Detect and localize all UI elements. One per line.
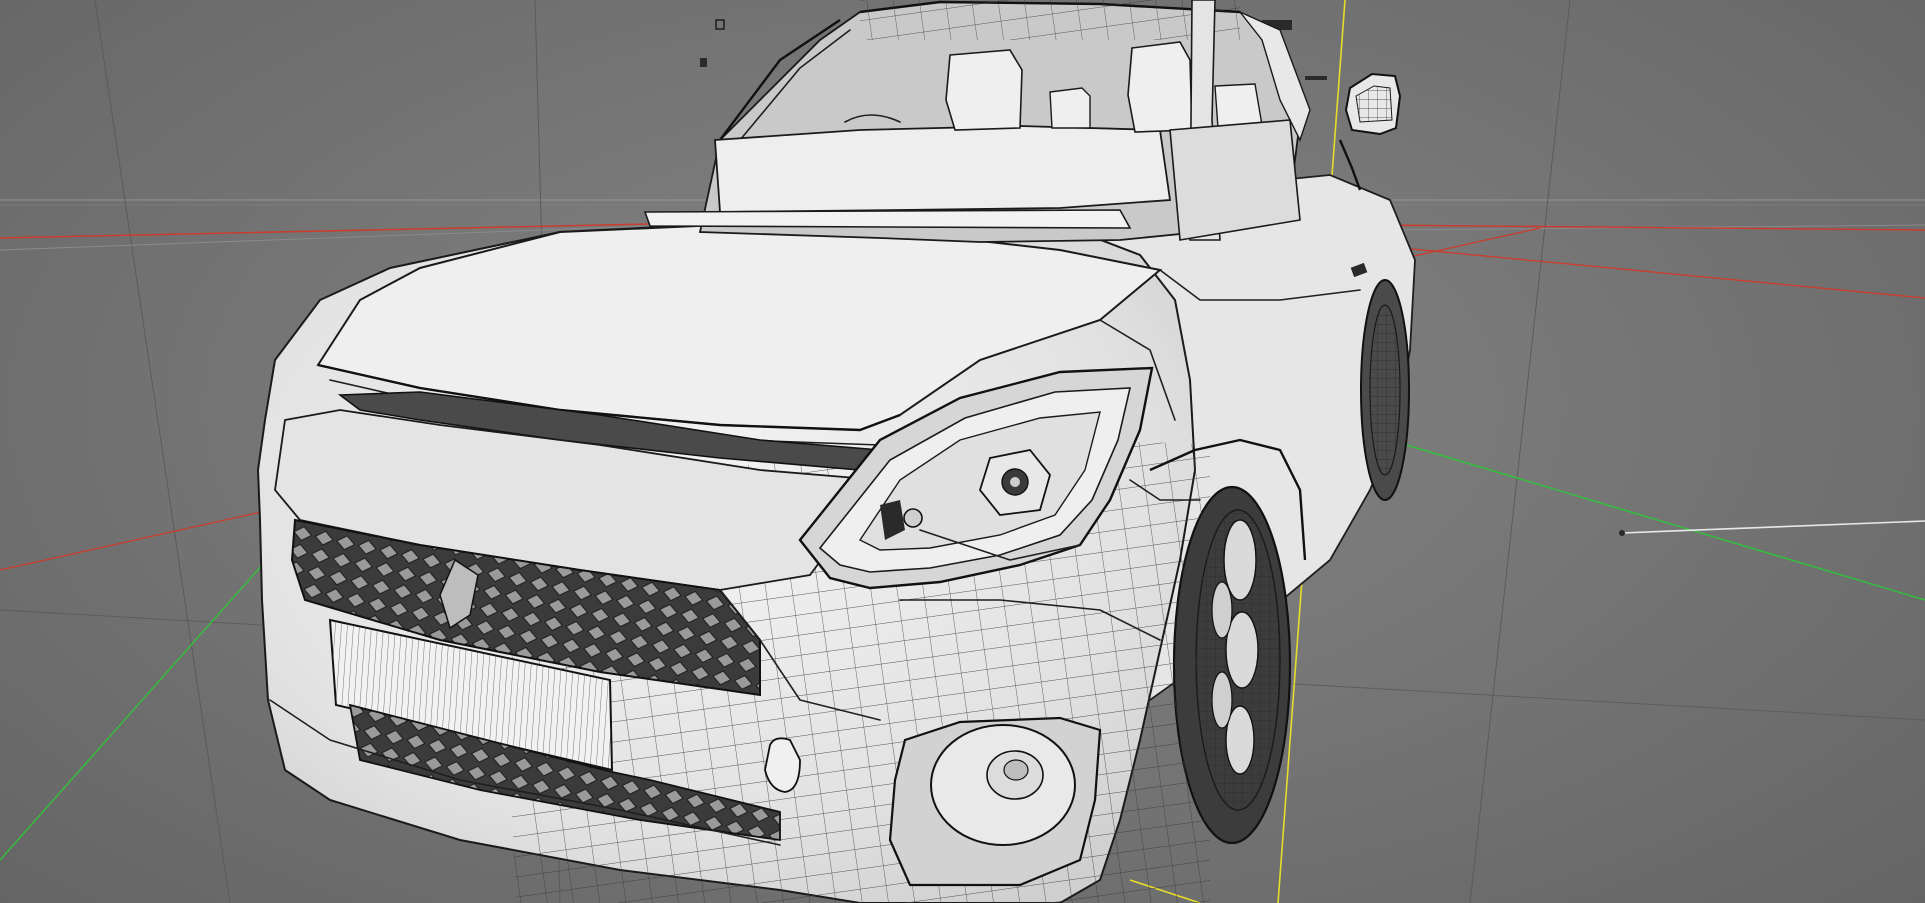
- side-mirror: [1338, 72, 1402, 191]
- fog-light: [885, 715, 1105, 890]
- car-wireframe-model[interactable]: [250, 0, 1420, 903]
- rear-wheel: [1360, 279, 1410, 501]
- 3d-viewport[interactable]: [0, 0, 1925, 903]
- cowl-strip: [643, 209, 1132, 229]
- light-handle[interactable]: [1619, 520, 1925, 536]
- cabin: [698, 0, 1311, 245]
